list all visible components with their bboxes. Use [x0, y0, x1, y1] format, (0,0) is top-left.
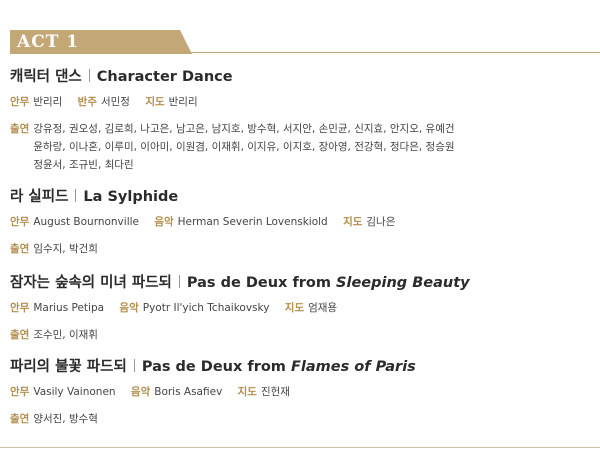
choreography-label: 안무 [10, 302, 30, 314]
act-header: ACT 1 [0, 30, 600, 54]
cast-line: 정윤서, 조규빈, 최다린 [33, 159, 134, 171]
credit-choreography: 안무 반리리 [10, 96, 62, 108]
credit-accompaniment: 반주 서민정 [78, 96, 130, 108]
choreography-value: Marius Petipa [33, 302, 105, 314]
act-divider-line [180, 52, 600, 53]
title-korean: 파리의 불꽃 파드되 [10, 359, 127, 375]
title-english-italic: Flames of Paris [290, 359, 416, 375]
choreography-value: 반리리 [33, 96, 63, 108]
title-korean: 라 실피드 [10, 189, 69, 205]
credit-direction: 지도 진헌재 [238, 386, 290, 398]
cast-label: 출연 [10, 413, 30, 425]
title-english: Character Dance [96, 69, 233, 85]
cast-row: 출연 임수지, 박건희 [10, 240, 595, 258]
piece-sleeping-beauty: 잠자는 숲속의 미녀 파드되 Pas de Deux from Sleeping … [10, 273, 595, 344]
piece-la-sylphide: 라 실피드 La Sylphide 안무 August Bournonville 음… [10, 187, 595, 258]
title-english-prefix: Pas de Deux from [186, 275, 337, 291]
title-separator [88, 69, 90, 82]
title-korean: 잠자는 숲속의 미녀 파드되 [10, 275, 172, 291]
cast-label: 출연 [10, 123, 30, 135]
credit-music: 음악 Herman Severin Lovenskiold [154, 216, 327, 228]
direction-label: 지도 [284, 302, 305, 314]
piece-flames-of-paris: 파리의 불꽃 파드되 Pas de Deux from Flames of Par… [10, 357, 595, 428]
cast-line: 조수민, 이재휘 [33, 329, 98, 341]
cast-row: 출연 양서진, 방수혁 [10, 410, 595, 428]
act-label: ACT 1 [17, 32, 80, 52]
cast-list: 임수지, 박건희 [33, 240, 595, 258]
choreography-value: Vasily Vainonen [33, 386, 116, 398]
piece-title: 라 실피드 La Sylphide [10, 187, 595, 207]
music-value: Pyotr Il'yich Tchaikovsky [142, 302, 270, 314]
accompaniment-label: 반주 [77, 96, 97, 108]
credit-choreography: 안무 Marius Petipa [10, 302, 104, 314]
direction-value: 엄재용 [308, 302, 338, 314]
direction-label: 지도 [237, 386, 257, 398]
cast-label: 출연 [10, 329, 30, 341]
cast-line: 윤하랑, 이나혼, 이루미, 이아미, 이원겸, 이재휘, 이지유, 이지호, … [33, 141, 455, 153]
credit-direction: 지도 엄재용 [285, 302, 337, 314]
direction-label: 지도 [145, 96, 165, 108]
cast-row: 출연 강유정, 권오성, 김로희, 나고은, 남고은, 남지호, 방수혁, 서지… [10, 120, 595, 174]
direction-label: 지도 [343, 216, 363, 228]
choreography-value: August Bournonville [33, 216, 139, 228]
cast-list: 조수민, 이재휘 [33, 326, 595, 344]
credits-row: 안무 Marius Petipa 음악 Pyotr Il'yich Tchaikov… [10, 298, 595, 318]
cast-line: 임수지, 박건희 [33, 243, 98, 255]
music-label: 음악 [130, 386, 151, 398]
music-value: Herman Severin Lovenskiold [177, 216, 328, 228]
cast-label: 출연 [10, 243, 30, 255]
cast-list: 양서진, 방수혁 [33, 410, 595, 428]
piece-title: 캐릭터 댄스 Character Dance [10, 67, 595, 87]
title-english-italic: Sleeping Beauty [336, 275, 470, 291]
credit-choreography: 안무 August Bournonville [10, 216, 139, 228]
cast-list: 강유정, 권오성, 김로희, 나고은, 남고은, 남지호, 방수혁, 서지안, … [33, 120, 595, 174]
music-label: 음악 [119, 302, 139, 314]
title-korean: 캐릭터 댄스 [10, 69, 82, 85]
credit-music: 음악 Pyotr Il'yich Tchaikovsky [119, 302, 269, 314]
direction-value: 진헌재 [260, 386, 290, 398]
choreography-label: 안무 [10, 96, 30, 108]
cast-row: 출연 조수민, 이재휘 [10, 326, 595, 344]
credits-row: 안무 반리리 반주 서민정 지도 반리리 [10, 92, 595, 112]
title-english: La Sylphide [83, 189, 179, 205]
credits-row: 안무 August Bournonville 음악 Herman Severin L… [10, 212, 595, 232]
music-label: 음악 [154, 216, 174, 228]
credits-row: 안무 Vasily Vainonen 음악 Boris Asafiev 지도 진헌재 [10, 382, 595, 402]
title-english-prefix: Pas de Deux from [141, 359, 291, 375]
piece-character-dance: 캐릭터 댄스 Character Dance 안무 반리리 반주 서민정 지도 반리리 … [10, 67, 595, 174]
choreography-label: 안무 [10, 216, 30, 228]
credit-direction: 지도 김나은 [343, 216, 395, 228]
piece-title: 파리의 불꽃 파드되 Pas de Deux from Flames of Par… [10, 357, 595, 377]
credit-music: 음악 Boris Asafiev [131, 386, 222, 398]
music-value: Boris Asafiev [154, 386, 223, 398]
direction-value: 김나은 [366, 216, 396, 228]
credit-direction: 지도 반리리 [145, 96, 197, 108]
direction-value: 반리리 [168, 96, 198, 108]
title-separator [133, 359, 135, 372]
piece-title: 잠자는 숲속의 미녀 파드되 Pas de Deux from Sleeping … [10, 273, 595, 293]
accompaniment-value: 서민정 [100, 96, 130, 108]
title-separator [75, 189, 77, 202]
cast-line: 강유정, 권오성, 김로희, 나고은, 남고은, 남지호, 방수혁, 서지안, … [33, 123, 455, 135]
bottom-divider-line [0, 447, 600, 448]
choreography-label: 안무 [10, 386, 30, 398]
cast-line: 양서진, 방수혁 [33, 413, 98, 425]
title-separator [178, 275, 180, 288]
credit-choreography: 안무 Vasily Vainonen [10, 386, 116, 398]
